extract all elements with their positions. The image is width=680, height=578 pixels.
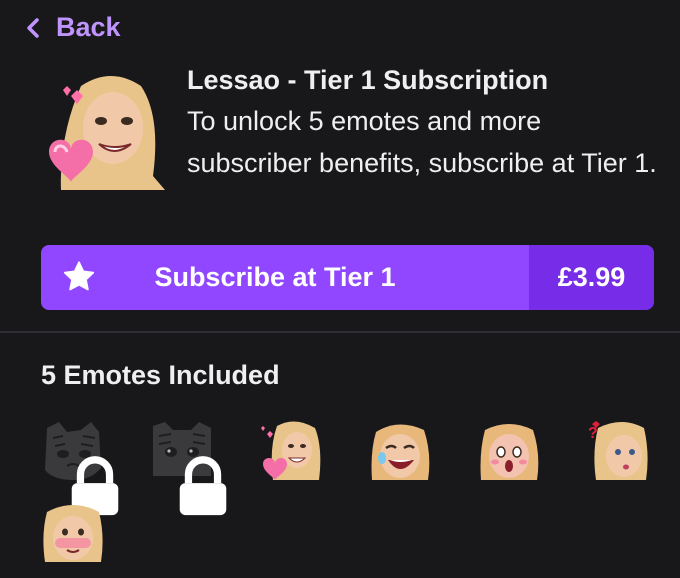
emote-5[interactable]	[477, 418, 541, 482]
chevron-left-icon	[27, 17, 39, 38]
back-label: Back	[56, 12, 121, 42]
subscription-title: Lessao - Tier 1 Subscription	[187, 65, 549, 95]
subscribe-button[interactable]: Subscribe at Tier 1 £3.99	[41, 245, 654, 310]
emote-6[interactable]: ?	[586, 418, 650, 482]
star-icon	[63, 261, 95, 291]
divider	[0, 331, 680, 333]
subscribe-main-section[interactable]: Subscribe at Tier 1	[41, 245, 529, 310]
emote-7[interactable]	[41, 500, 105, 564]
back-button[interactable]: Back	[24, 12, 121, 43]
emote-3[interactable]	[259, 418, 323, 482]
subscription-description: To unlock 5 emotes and more subscriber b…	[187, 106, 657, 178]
emote-4[interactable]	[368, 418, 432, 482]
confused-face-emote-icon: ?	[588, 421, 648, 480]
laughing-face-emote-icon	[371, 424, 430, 480]
emotes-heading: 5 Emotes Included	[41, 360, 280, 390]
blushing-face-emote-icon	[43, 505, 103, 562]
subscription-price: £3.99	[529, 245, 654, 310]
emote-locked-2[interactable]	[149, 418, 227, 516]
streamer-avatar	[41, 66, 165, 190]
lock-icon	[179, 456, 227, 516]
shocked-face-emote-icon	[480, 424, 539, 480]
heart-face-emote-icon	[261, 421, 321, 480]
subscribe-label: Subscribe at Tier 1	[154, 262, 396, 292]
emote-locked-1[interactable]	[41, 418, 119, 516]
